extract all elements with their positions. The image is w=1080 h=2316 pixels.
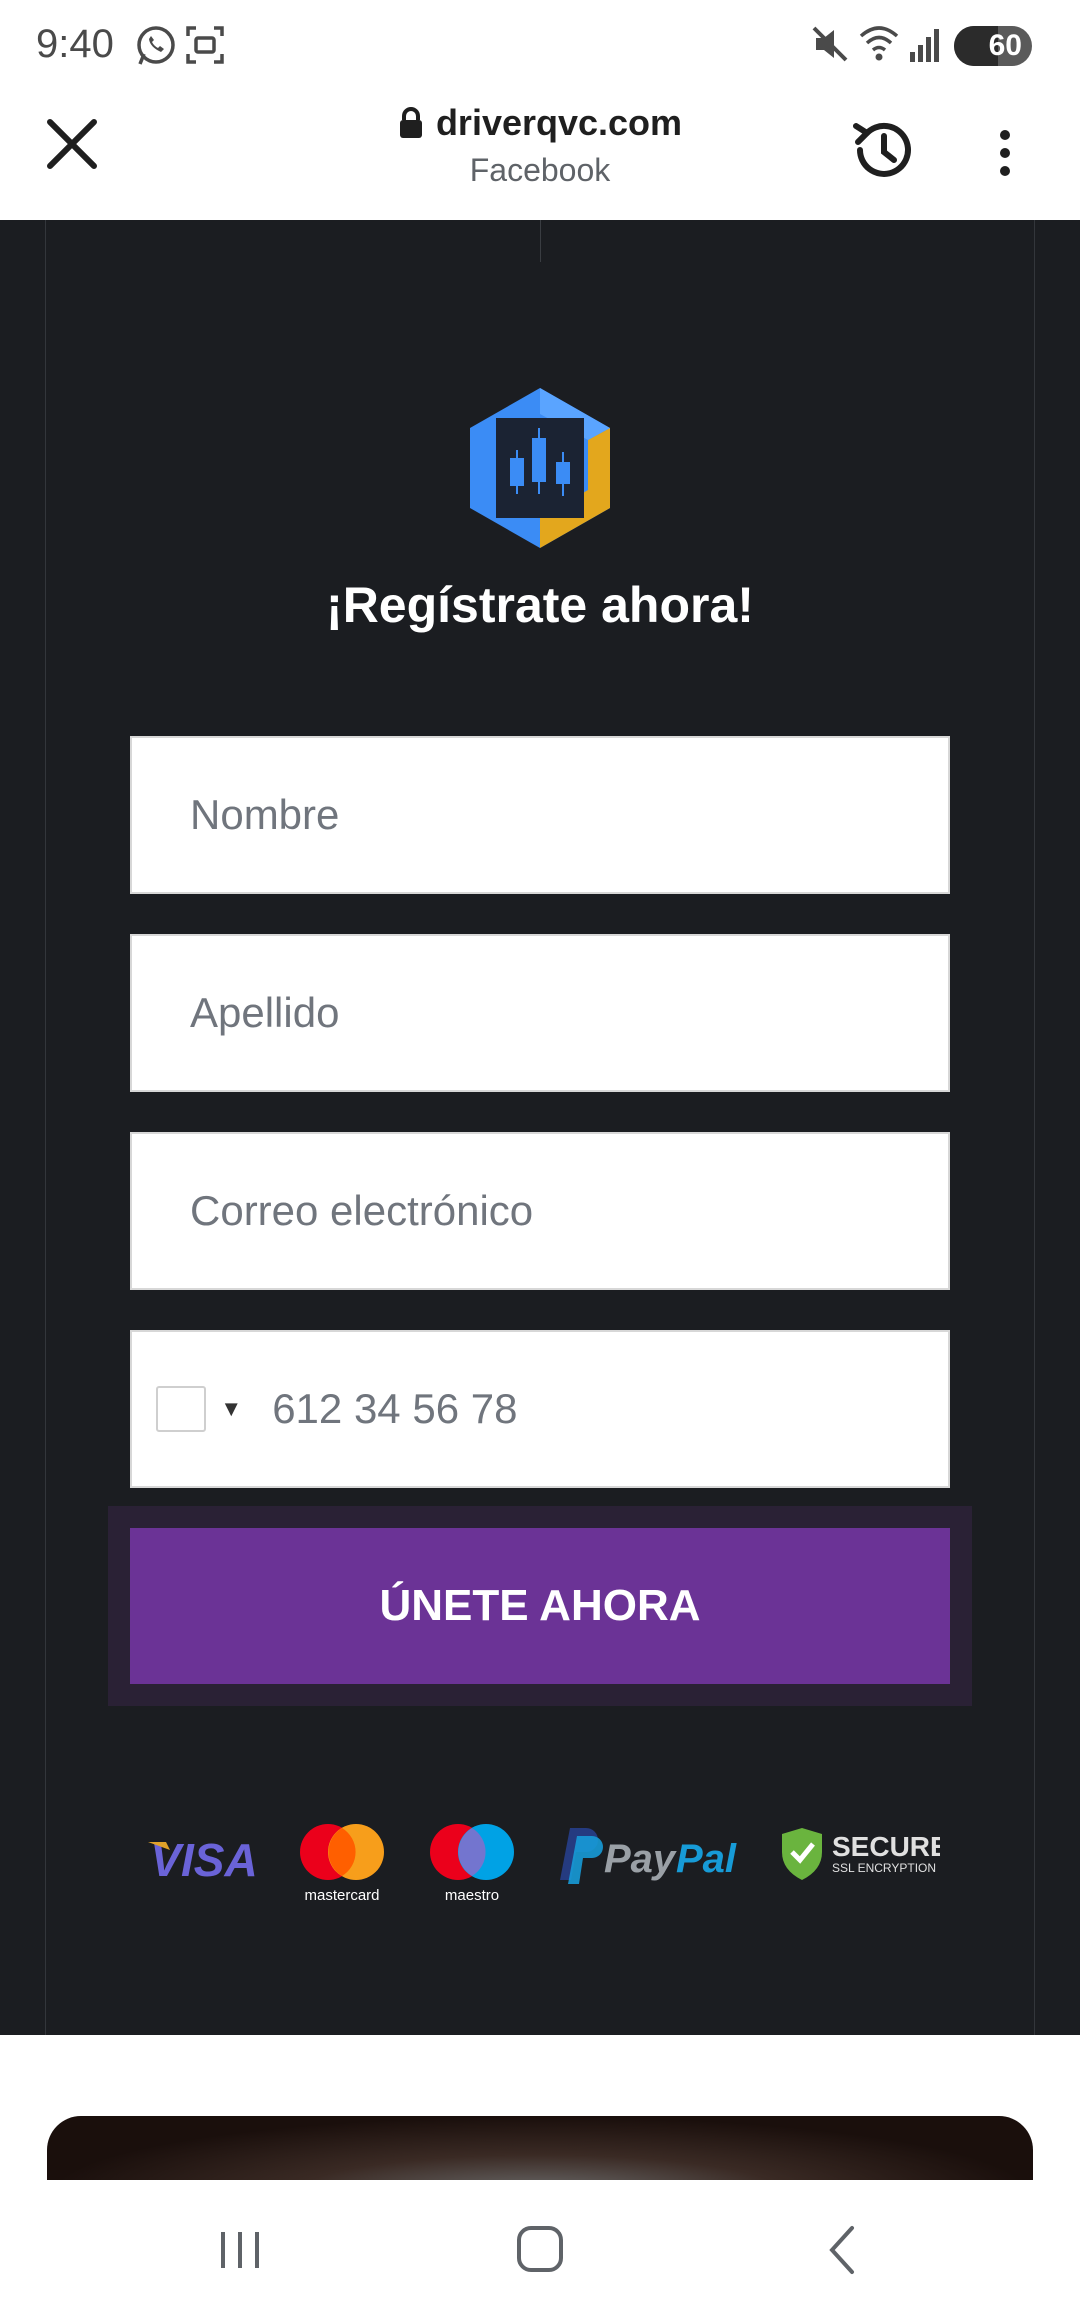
last-name-field[interactable] [130,934,950,1092]
join-now-button[interactable]: ÚNETE AHORA [130,1528,950,1684]
phone-input[interactable] [242,1385,948,1433]
mastercard-logo-icon: mastercard [300,1824,384,1904]
first-name-input[interactable] [132,791,948,839]
url-text: driverqvc.com [435,102,683,143]
divider [540,220,541,262]
url-subtitle: Facebook [469,152,611,188]
payment-methods: VISA mastercard maestro Pay Pal SECURE S… [0,1820,1080,1920]
next-section [0,2035,1080,2180]
last-name-input[interactable] [132,989,948,1037]
browser-toolbar: driverqvc.com Facebook [0,92,1080,220]
paypal-logo-icon: Pay Pal [560,1828,737,1884]
paypal-pal-text: Pal [676,1837,737,1881]
wifi-icon [859,26,899,61]
ssl-encryption-text: SSL ENCRYPTION [832,1861,936,1875]
battery-icon: 60 [954,26,1032,66]
divider [45,220,46,2035]
home-icon[interactable] [505,2220,575,2280]
maestro-logo-icon: maestro [430,1824,514,1904]
battery-level: 60 [988,29,1022,62]
signup-section: ¡Regístrate ahora! ▼ ÚNETE AHORA VISA [0,220,1080,2035]
close-icon[interactable] [42,114,102,174]
country-flag-selector[interactable] [156,1386,207,1432]
visa-text: VISA [150,1834,257,1886]
maestro-text: maestro [445,1887,499,1904]
divider [1034,220,1035,2035]
mute-icon [812,26,848,62]
brand-logo-icon [470,388,610,548]
more-options-icon[interactable] [990,128,1020,178]
whatsapp-icon [137,26,175,65]
secure-text: SECURE [832,1831,940,1862]
status-time: 9:40 [36,22,114,66]
lock-icon [399,107,422,138]
secure-ssl-badge-icon: SECURE SSL ENCRYPTION [782,1828,940,1880]
phone-screen: 9:40 60 driverqvc.com Facebook ¡Regístra… [0,0,1080,2316]
email-input[interactable] [132,1187,948,1235]
navigation-bar [0,2180,1080,2316]
url-bar[interactable]: driverqvc.com Facebook [300,102,780,189]
mastercard-text: mastercard [304,1887,379,1904]
screenshot-icon [186,26,224,64]
paypal-pay-text: Pay [604,1837,677,1881]
visa-logo-icon: VISA [148,1834,258,1886]
history-icon[interactable] [846,114,918,186]
email-field[interactable] [130,1132,950,1290]
signup-headline: ¡Regístrate ahora! [326,577,754,633]
recent-apps-icon[interactable] [205,2220,275,2280]
submit-button-focus-ring: ÚNETE AHORA [108,1506,972,1706]
status-bar: 9:40 60 [0,0,1080,92]
testimonial-photo [47,2116,1033,2180]
phone-field[interactable]: ▼ [130,1330,950,1488]
signal-icon [910,29,939,62]
caret-down-icon[interactable]: ▼ [220,1396,242,1422]
back-icon[interactable] [808,2220,878,2280]
first-name-field[interactable] [130,736,950,894]
